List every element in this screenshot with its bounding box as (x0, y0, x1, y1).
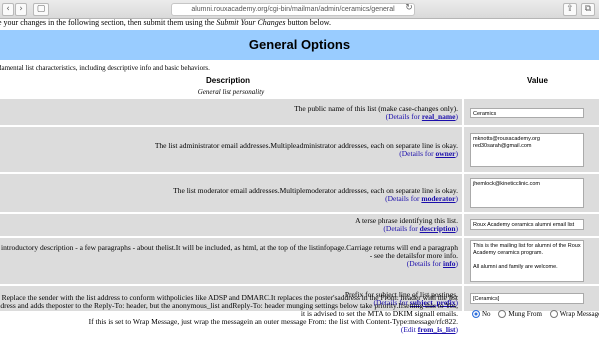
details-suffix: ) (455, 325, 459, 334)
info-textarea[interactable]: This is the mailing list for alumni of t… (470, 240, 584, 282)
details-link-real-name[interactable]: (Details for real_name) (386, 112, 458, 121)
forward-button[interactable]: › (15, 3, 27, 16)
details-prefix: (Details for (385, 112, 422, 121)
details-suffix: ) (455, 149, 459, 158)
column-header-value: Value (527, 76, 548, 85)
back-button[interactable]: ‹ (2, 3, 14, 16)
owner-textarea[interactable]: mknotts@rouxacademy.org red30sarah@gmail… (470, 133, 584, 167)
details-link-text[interactable]: moderator (421, 194, 455, 203)
details-prefix: (Details for (406, 259, 443, 268)
details-link-moderator[interactable]: (Details for moderator) (385, 194, 458, 203)
details-link-text[interactable]: info (443, 259, 456, 268)
details-link-text[interactable]: owner (436, 149, 456, 158)
browser-toolbar: ‹ › ▢ alumni.rouxacademy.org/cgi-bin/mai… (0, 0, 599, 19)
section-subtitle: damental list characteristics, including… (0, 64, 210, 72)
address-bar[interactable]: alumni.rouxacademy.org/cgi-bin/mailman/a… (171, 3, 415, 16)
group-title: General list personality (197, 88, 265, 96)
radio-label-wrap-message: Wrap Message (559, 310, 599, 318)
radio-label-mung-from: Mung From (508, 310, 542, 318)
radio-option-no[interactable]: No (472, 310, 491, 319)
reload-icon[interactable]: ↻ (405, 3, 413, 14)
radio-label-no: No (482, 310, 491, 318)
details-link-info[interactable]: (Details for info) (407, 259, 458, 268)
details-link-text[interactable]: from_is_list (418, 325, 456, 334)
details-suffix: ) (455, 224, 459, 233)
sidebar-button[interactable]: ▢ (33, 3, 49, 16)
option-row-real-name: The public name of this list (make case-… (0, 99, 599, 125)
details-prefix: (Details for (385, 194, 422, 203)
radio-unselected[interactable] (549, 310, 558, 319)
details-prefix: (Details for (383, 224, 420, 233)
option-row-owner: The list administrator email addresses.M… (0, 127, 599, 172)
real-name-input[interactable]: Ceramics (470, 108, 584, 118)
details-suffix: ) (455, 112, 459, 121)
page-content: e your changes in the following section,… (0, 18, 599, 337)
radio-unselected[interactable] (498, 310, 507, 319)
radio-option-mung-from[interactable]: Mung From (498, 310, 542, 319)
radio-selected[interactable] (472, 310, 480, 319)
intro-text-end: button below. (285, 18, 331, 27)
details-link-text[interactable]: description (420, 224, 456, 233)
column-header-description: Description (206, 76, 251, 85)
details-prefix: (Details for (399, 149, 436, 158)
details-link-description[interactable]: (Details for description) (383, 224, 458, 233)
details-link-text[interactable]: real_name (422, 112, 456, 121)
details-link-owner[interactable]: (Details for owner) (399, 149, 458, 158)
intro-emphasis: Submit Your Changes (216, 18, 286, 27)
intro-text-start: e your changes in the following section,… (0, 18, 217, 27)
description-input[interactable]: Roux Academy ceramics alumni email list (470, 219, 584, 230)
intro-text: e your changes in the following section,… (0, 18, 331, 27)
tabs-button[interactable]: ⧉ (581, 3, 595, 16)
moderator-textarea[interactable]: jhemlock@kineticclinic.com (470, 178, 584, 208)
details-prefix: (Edit (400, 325, 418, 334)
section-title: General Options (0, 30, 599, 60)
radio-option-wrap-message[interactable]: Wrap Message (549, 310, 599, 319)
share-button[interactable]: ⇪ (563, 3, 577, 16)
details-suffix: ) (455, 259, 459, 268)
option-row-description: A terse phrase identifying this list. (D… (0, 214, 599, 236)
from-is-list-radio-group: No Mung From Wrap Message (472, 310, 599, 319)
details-link-from-is-list[interactable]: (Edit from_is_list) (401, 325, 458, 334)
option-row-info: An introductory description - a few para… (0, 238, 599, 284)
details-suffix: ) (455, 194, 459, 203)
option-row-moderator: The list moderator email addresses.Multi… (0, 174, 599, 212)
